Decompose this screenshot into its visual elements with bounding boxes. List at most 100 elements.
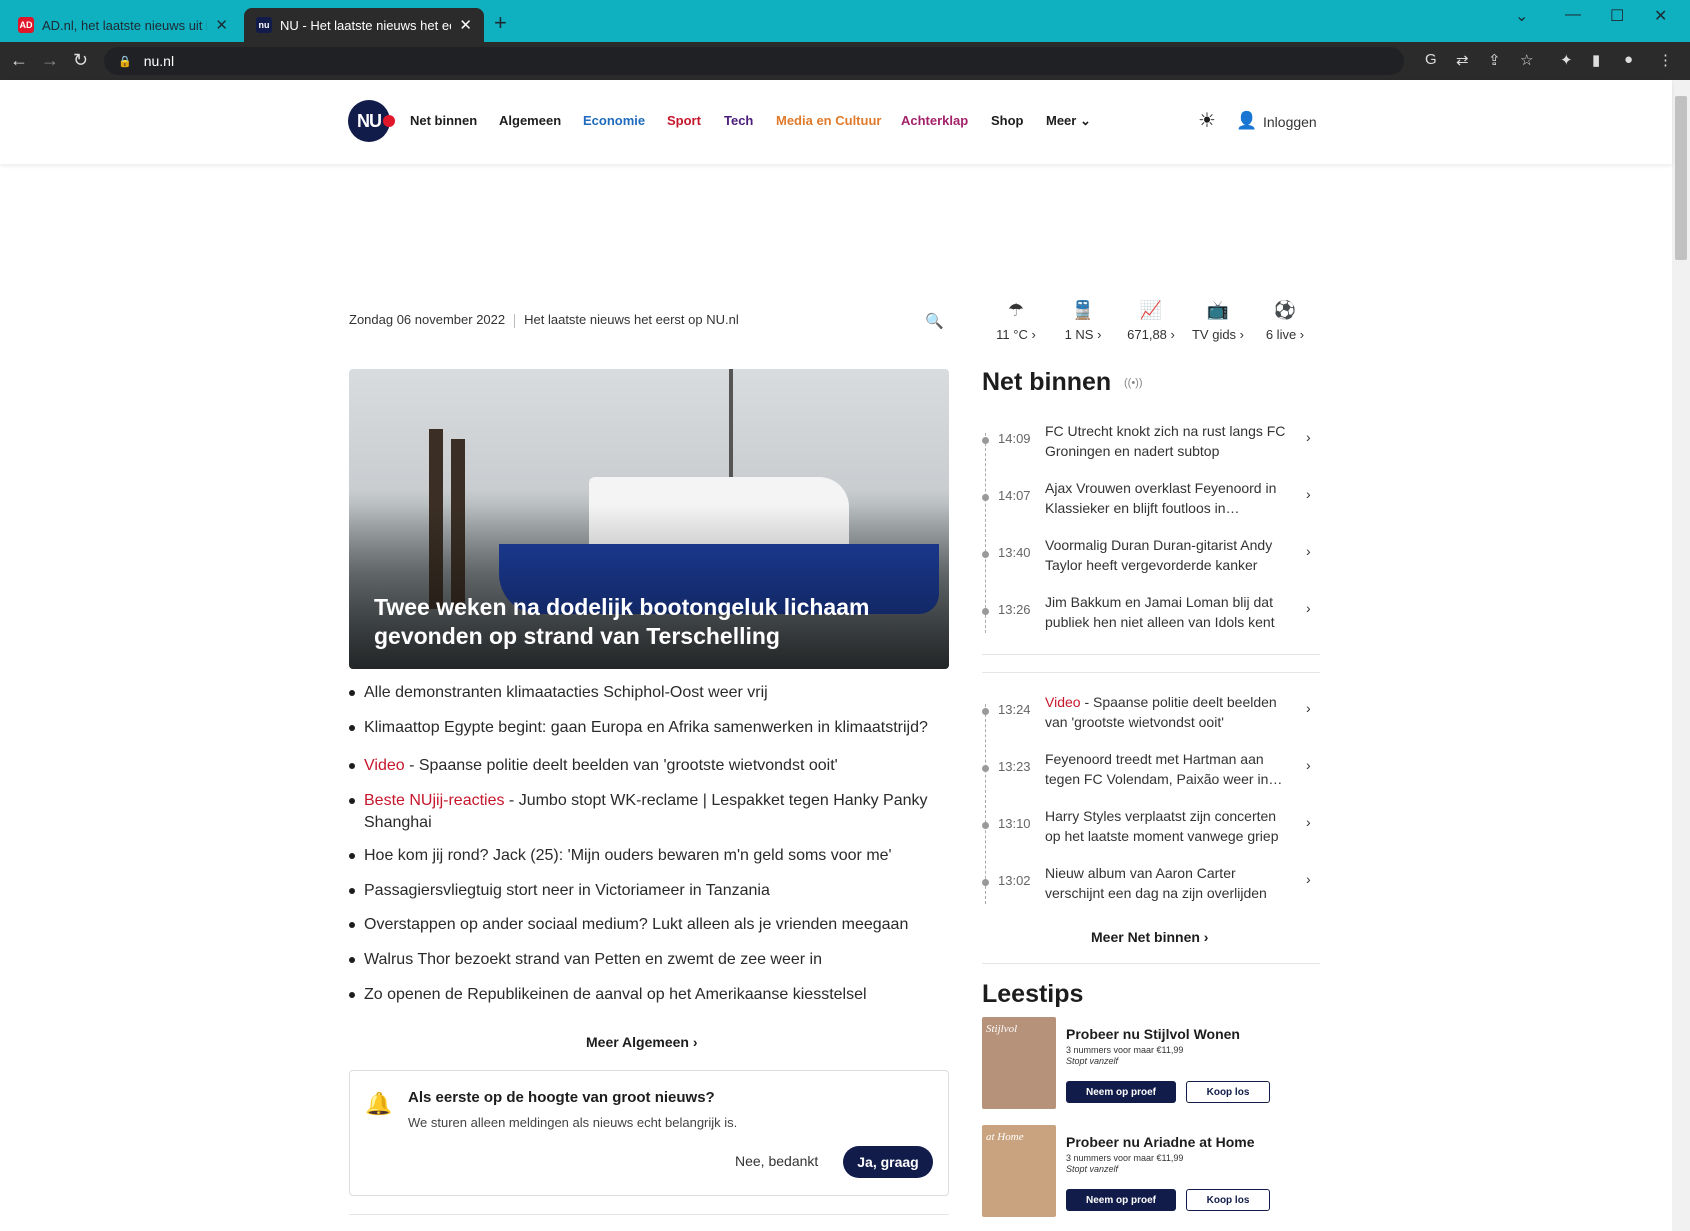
tag-separator: - (504, 792, 519, 809)
tv-widget[interactable]: 📺 TV gids › (1183, 300, 1253, 342)
nav-achterklap[interactable]: Achterklap (901, 113, 968, 128)
train-widget[interactable]: 🚆 1 NS › (1048, 300, 1118, 342)
nav-algemeen[interactable]: Algemeen (499, 113, 561, 128)
item-title: FC Utrecht knokt zich na rust langs FC G… (1045, 423, 1286, 459)
back-icon[interactable]: ← (10, 50, 28, 71)
divider (982, 654, 1320, 655)
close-tab-icon[interactable]: ✕ (215, 16, 228, 34)
browser-toolbar: ← → ↻ 🔒 nu.nl G ⇄ ⇪ ☆ ✦ ▮ ● ⋮ (0, 42, 1690, 80)
offer-title[interactable]: Probeer nu Ariadne at Home (1066, 1134, 1326, 1150)
nav-meer[interactable]: Meer ⌄ (1046, 113, 1091, 129)
net-binnen-item[interactable]: 13:02 Nieuw album van Aaron Carter versch… (982, 857, 1320, 914)
headline-text: Passagiersvliegtuig stort neer in Victor… (364, 882, 770, 899)
headline-item[interactable]: Passagiersvliegtuig stort neer in Victor… (349, 880, 949, 902)
translate-icon[interactable]: ⇄ (1456, 51, 1469, 69)
search-icon[interactable]: 🔍 (925, 312, 944, 330)
nav-sport[interactable]: Sport (667, 113, 701, 128)
offer-note: Stopt vanzelf (1066, 1164, 1119, 1174)
offer-stijlvol-wonen: Probeer nu Stijlvol Wonen 3 nummers voor… (1066, 1026, 1326, 1103)
item-text: Video - Spaanse politie deelt beelden va… (1045, 694, 1277, 730)
nav-media-en-cultuur[interactable]: Media en Cultuur (776, 113, 881, 128)
close-tab-icon[interactable]: ✕ (459, 16, 472, 34)
leestips-title: Leestips (982, 980, 1084, 1008)
net-binnen-item[interactable]: 13:40 Voormalig Duran Duran-gitarist Andy… (982, 529, 1320, 586)
headline-text: Spaanse politie deelt beelden van 'groot… (418, 757, 838, 774)
live-widget[interactable]: ⚽ 6 live › (1250, 300, 1320, 342)
extensions-icon[interactable]: ✦ (1560, 51, 1573, 69)
accept-button[interactable]: Ja, graag (843, 1146, 933, 1178)
headline-item[interactable]: Overstappen op ander sociaal medium? Luk… (349, 914, 949, 936)
timeline-dot (982, 879, 989, 886)
item-time: 14:09 (998, 431, 1031, 446)
item-title: Voormalig Duran Duran-gitarist Andy Tayl… (1045, 537, 1273, 573)
stocks-icon: 📈 (1139, 300, 1163, 320)
scrollbar-thumb[interactable] (1675, 96, 1687, 260)
tv-icon: 📺 (1206, 300, 1230, 320)
neem-op-proef-button[interactable]: Neem op proef (1066, 1189, 1176, 1211)
close-window-icon[interactable]: ✕ (1654, 6, 1667, 26)
koop-los-button[interactable]: Koop los (1186, 1189, 1270, 1211)
headline-item[interactable]: Video - Spaanse politie deelt beelden va… (349, 755, 949, 777)
nav-tech[interactable]: Tech (724, 113, 753, 128)
hero-article[interactable]: Twee weken na dodelijk bootongeluk licha… (349, 369, 949, 669)
neem-op-proef-button[interactable]: Neem op proef (1066, 1081, 1176, 1103)
browser-tab-nu[interactable]: nu NU - Het laatste nieuws het eerst ✕ (244, 8, 484, 42)
offer-price: 3 nummers voor maar €11,99 (1066, 1153, 1184, 1163)
timeline-dot (982, 608, 989, 615)
menu-kebab-icon[interactable]: ⋮ (1658, 51, 1673, 69)
bookmark-star-icon[interactable]: ☆ (1520, 51, 1533, 69)
net-binnen-item[interactable]: 13:26 Jim Bakkum en Jamai Loman blij dat … (982, 586, 1320, 643)
decline-button[interactable]: Nee, bedankt (735, 1153, 818, 1169)
stocks-widget[interactable]: 📈 671,88 › (1116, 300, 1186, 342)
headline-item[interactable]: Walrus Thor bezoekt strand van Petten en… (349, 949, 949, 971)
koop-los-button[interactable]: Koop los (1186, 1081, 1270, 1103)
train-icon: 🚆 (1071, 300, 1095, 320)
net-binnen-item[interactable]: 13:23 Feyenoord treedt met Hartman aan te… (982, 743, 1320, 800)
google-icon[interactable]: G (1425, 51, 1437, 68)
nav-net-binnen[interactable]: Net binnen (410, 113, 477, 128)
headline-item[interactable]: Hoe kom jij rond? Jack (25): 'Mijn ouder… (349, 845, 949, 867)
browser-tabstrip: AD AD.nl, het laatste nieuws uit binn ✕ … (0, 0, 1690, 42)
net-binnen-item[interactable]: 14:09 FC Utrecht knokt zich na rust langs… (982, 415, 1320, 472)
magazine-cover-stijlvol[interactable]: Stijlvol (982, 1017, 1056, 1109)
chevron-right-icon: › (1306, 700, 1311, 716)
date-text: Zondag 06 november 2022 (349, 312, 506, 327)
item-time: 14:07 (998, 488, 1031, 503)
maximize-icon[interactable]: ☐ (1610, 6, 1624, 26)
forward-icon[interactable]: → (41, 50, 59, 71)
share-icon[interactable]: ⇪ (1488, 51, 1501, 69)
nav-economie[interactable]: Economie (583, 113, 645, 128)
meer-algemeen-link[interactable]: Meer Algemeen › (586, 1034, 698, 1050)
profile-icon[interactable]: ● (1624, 51, 1633, 68)
reload-icon[interactable]: ↻ (73, 50, 88, 71)
headline-item[interactable]: Klimaattop Egypte begint: gaan Europa en… (349, 717, 949, 739)
hero-title[interactable]: Twee weken na dodelijk bootongeluk licha… (374, 593, 934, 651)
address-bar[interactable]: 🔒 nu.nl (104, 47, 1404, 75)
net-binnen-item[interactable]: 13:24 Video - Spaanse politie deelt beeld… (982, 686, 1320, 743)
magazine-cover-ariadne[interactable]: at Home (982, 1125, 1056, 1217)
weather-widget[interactable]: ☂ 11 °C › (981, 300, 1051, 342)
headline-text: Hoe kom jij rond? Jack (25): 'Mijn ouder… (364, 847, 892, 864)
meer-net-binnen-link[interactable]: Meer Net binnen › (1091, 929, 1208, 945)
timeline-dot (982, 708, 989, 715)
tab-search-icon[interactable]: ⌄ (1515, 6, 1528, 26)
item-title: Ajax Vrouwen overklast Feyenoord in Klas… (1045, 480, 1277, 516)
divider (982, 672, 1320, 673)
nav-shop[interactable]: Shop (991, 113, 1024, 128)
browser-tab-ad[interactable]: AD AD.nl, het laatste nieuws uit binn ✕ (6, 8, 240, 42)
headline-item[interactable]: Zo openen de Republikeinen de aanval op … (349, 984, 949, 1006)
minimize-icon[interactable]: — (1565, 6, 1581, 24)
site-header: NU Net binnen Algemeen Economie Sport Te… (0, 80, 1672, 164)
net-binnen-item[interactable]: 14:07 Ajax Vrouwen overklast Feyenoord in… (982, 472, 1320, 529)
side-panel-icon[interactable]: ▮ (1592, 51, 1600, 69)
item-title: Harry Styles verplaatst zijn concerten o… (1045, 808, 1279, 844)
theme-toggle-icon[interactable]: ☀ (1198, 108, 1216, 133)
user-icon[interactable]: 👤 (1236, 111, 1257, 131)
net-binnen-item[interactable]: 13:10 Harry Styles verplaatst zijn concer… (982, 800, 1320, 857)
login-link[interactable]: Inloggen (1263, 114, 1317, 130)
headline-item[interactable]: Alle demonstranten klimaatacties Schipho… (349, 682, 949, 704)
new-tab-icon[interactable]: + (494, 10, 507, 36)
offer-title[interactable]: Probeer nu Stijlvol Wonen (1066, 1026, 1326, 1042)
headline-tag: Video (364, 757, 405, 774)
headline-item[interactable]: Beste NUjij-reacties - Jumbo stopt WK-re… (349, 790, 949, 834)
